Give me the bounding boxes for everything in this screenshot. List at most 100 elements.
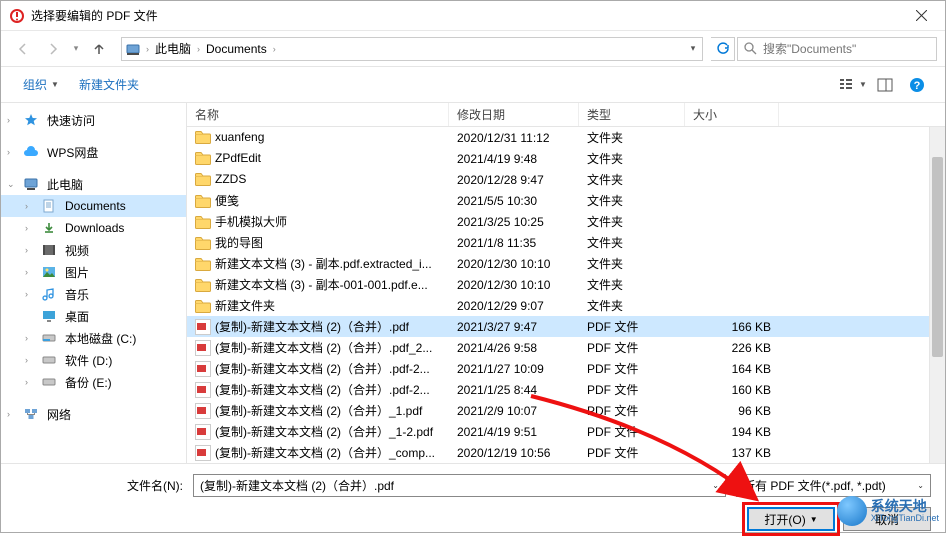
history-dropdown[interactable]: ▾ [69,43,83,54]
chevron-right-icon[interactable]: › [271,44,278,54]
chevron-right-icon[interactable]: › [195,44,202,54]
cell-name: ZPdfEdit [187,151,449,167]
cell-name: 新建文件夹 [187,297,449,315]
pdf-icon [195,445,211,461]
chevron-down-icon: ▼ [859,80,867,89]
sidebar-item-downloads[interactable]: › Downloads [1,217,186,239]
file-row[interactable]: (复制)-新建文本文档 (2)（合并）_1-2.pdf2021/4/19 9:5… [187,421,945,442]
sidebar-item-quick-access[interactable]: › 快速访问 [1,109,186,131]
sidebar-item-label: 视频 [65,242,89,259]
search-box[interactable] [737,37,937,61]
new-folder-button[interactable]: 新建文件夹 [71,72,147,97]
cancel-button[interactable]: 取消 [843,507,931,531]
chevron-right-icon[interactable]: › [144,44,151,54]
file-row[interactable]: (复制)-新建文本文档 (2)（合并）.pdf-2...2021/1/27 10… [187,358,945,379]
cell-date: 2021/1/8 11:35 [449,236,579,250]
breadcrumb-root-icon[interactable] [122,42,144,56]
filename-input[interactable] [200,479,708,493]
preview-pane-button[interactable] [871,73,899,97]
cell-name: 新建文本文档 (3) - 副本.pdf.extracted_i... [187,255,449,273]
folder-icon [195,298,211,314]
cell-date: 2020/12/30 10:10 [449,257,579,271]
cell-type: 文件夹 [579,150,685,167]
chevron-right-icon[interactable]: › [25,333,37,343]
breadcrumb-seg-documents[interactable]: Documents [202,38,271,60]
folder-icon [195,256,211,272]
file-row[interactable]: (复制)-新建文本文档 (2)（合并）.pdf2021/3/27 9:47PDF… [187,316,945,337]
pdf-icon [195,382,211,398]
cell-size: 96 KB [685,404,779,418]
file-row[interactable]: 新建文本文档 (3) - 副本.pdf.extracted_i...2020/1… [187,253,945,274]
file-row[interactable]: (复制)-新建文本文档 (2)（合并）.pdf_2...2021/4/26 9:… [187,337,945,358]
chevron-right-icon[interactable]: › [7,147,19,157]
file-row[interactable]: 手机模拟大师2021/3/25 10:25文件夹 [187,211,945,232]
column-header-type[interactable]: 类型 [579,103,685,126]
chevron-right-icon[interactable]: › [25,201,37,211]
cell-name: (复制)-新建文本文档 (2)（合并）.pdf [187,318,449,336]
back-button[interactable] [9,37,37,61]
close-button[interactable] [899,1,943,31]
sidebar-item-videos[interactable]: › 视频 [1,239,186,261]
filename-combobox[interactable]: ⌄ [193,474,726,497]
organize-menu[interactable]: 组织 ▼ [15,72,67,97]
chevron-down-icon: ▼ [51,80,59,89]
sidebar-item-pictures[interactable]: › 图片 [1,261,186,283]
sidebar-item-network[interactable]: › 网络 [1,403,186,425]
file-row[interactable]: (复制)-新建文本文档 (2)（合并）_comp...2020/12/19 10… [187,442,945,463]
chevron-right-icon[interactable]: › [25,245,37,255]
column-headers: 名称 修改日期 类型 大小 [187,103,945,127]
scrollbar[interactable] [929,127,945,463]
forward-button[interactable] [39,37,67,61]
column-header-name[interactable]: 名称 [187,103,449,126]
up-button[interactable] [85,37,113,61]
file-row[interactable]: 新建文件夹2020/12/29 9:07文件夹 [187,295,945,316]
file-row[interactable]: 新建文本文档 (3) - 副本-001-001.pdf.e...2020/12/… [187,274,945,295]
cell-date: 2020/12/31 11:12 [449,131,579,145]
sidebar-item-wps-cloud[interactable]: › WPS网盘 [1,141,186,163]
chevron-right-icon[interactable]: › [25,377,37,387]
sidebar-item-desktop[interactable]: 桌面 [1,305,186,327]
refresh-button[interactable] [711,37,735,61]
sidebar-item-documents[interactable]: › Documents [1,195,186,217]
chevron-right-icon[interactable]: › [25,267,37,277]
file-row[interactable]: ZPdfEdit2021/4/19 9:48文件夹 [187,148,945,169]
open-button[interactable]: 打开(O) ▼ [747,507,835,531]
cell-type: 文件夹 [579,129,685,146]
file-row[interactable]: 我的导图2021/1/8 11:35文件夹 [187,232,945,253]
file-row[interactable]: xuanfeng2020/12/31 11:12文件夹 [187,127,945,148]
file-row[interactable]: (复制)-新建文本文档 (2)（合并）_1.pdf2021/2/9 10:07P… [187,400,945,421]
cell-date: 2021/1/27 10:09 [449,362,579,376]
scrollbar-thumb[interactable] [932,157,943,357]
sidebar-item-drive-c[interactable]: › 本地磁盘 (C:) [1,327,186,349]
sidebar-item-label: 备份 (E:) [65,374,112,391]
chevron-right-icon[interactable]: › [7,409,19,419]
search-icon [744,42,757,55]
chevron-down-icon[interactable]: ⌄ [708,481,719,490]
sidebar-item-music[interactable]: › 音乐 [1,283,186,305]
sidebar-item-drive-d[interactable]: › 软件 (D:) [1,349,186,371]
sidebar-item-this-pc[interactable]: ⌄ 此电脑 [1,173,186,195]
column-header-date[interactable]: 修改日期 [449,103,579,126]
view-mode-button[interactable]: ▼ [839,73,867,97]
file-row[interactable]: (复制)-新建文本文档 (2)（合并）.pdf-2...2021/1/25 8:… [187,379,945,400]
sidebar-item-label: Documents [65,199,126,213]
chevron-right-icon[interactable]: › [25,289,37,299]
chevron-right-icon[interactable]: › [7,115,19,125]
breadcrumb-dropdown[interactable]: ▾ [684,43,702,54]
breadcrumb[interactable]: › 此电脑 › Documents › ▾ [121,37,703,61]
column-header-size[interactable]: 大小 [685,103,779,126]
file-row[interactable]: 便笺2021/5/5 10:30文件夹 [187,190,945,211]
breadcrumb-seg-thispc[interactable]: 此电脑 [151,38,195,60]
chevron-right-icon[interactable]: › [25,223,37,233]
search-input[interactable] [763,42,930,56]
sidebar-item-drive-e[interactable]: › 备份 (E:) [1,371,186,393]
cell-name: 新建文本文档 (3) - 副本-001-001.pdf.e... [187,276,449,294]
chevron-down-icon[interactable]: ⌄ [7,179,19,190]
file-row[interactable]: ZZDS2020/12/28 9:47文件夹 [187,169,945,190]
help-button[interactable]: ? [903,73,931,97]
folder-icon [195,277,211,293]
filetype-select[interactable]: 所有 PDF 文件(*.pdf, *.pdt) ⌄ [736,474,931,497]
cell-size: 160 KB [685,383,779,397]
chevron-right-icon[interactable]: › [25,355,37,365]
chevron-down-icon[interactable]: ⌄ [913,481,924,490]
